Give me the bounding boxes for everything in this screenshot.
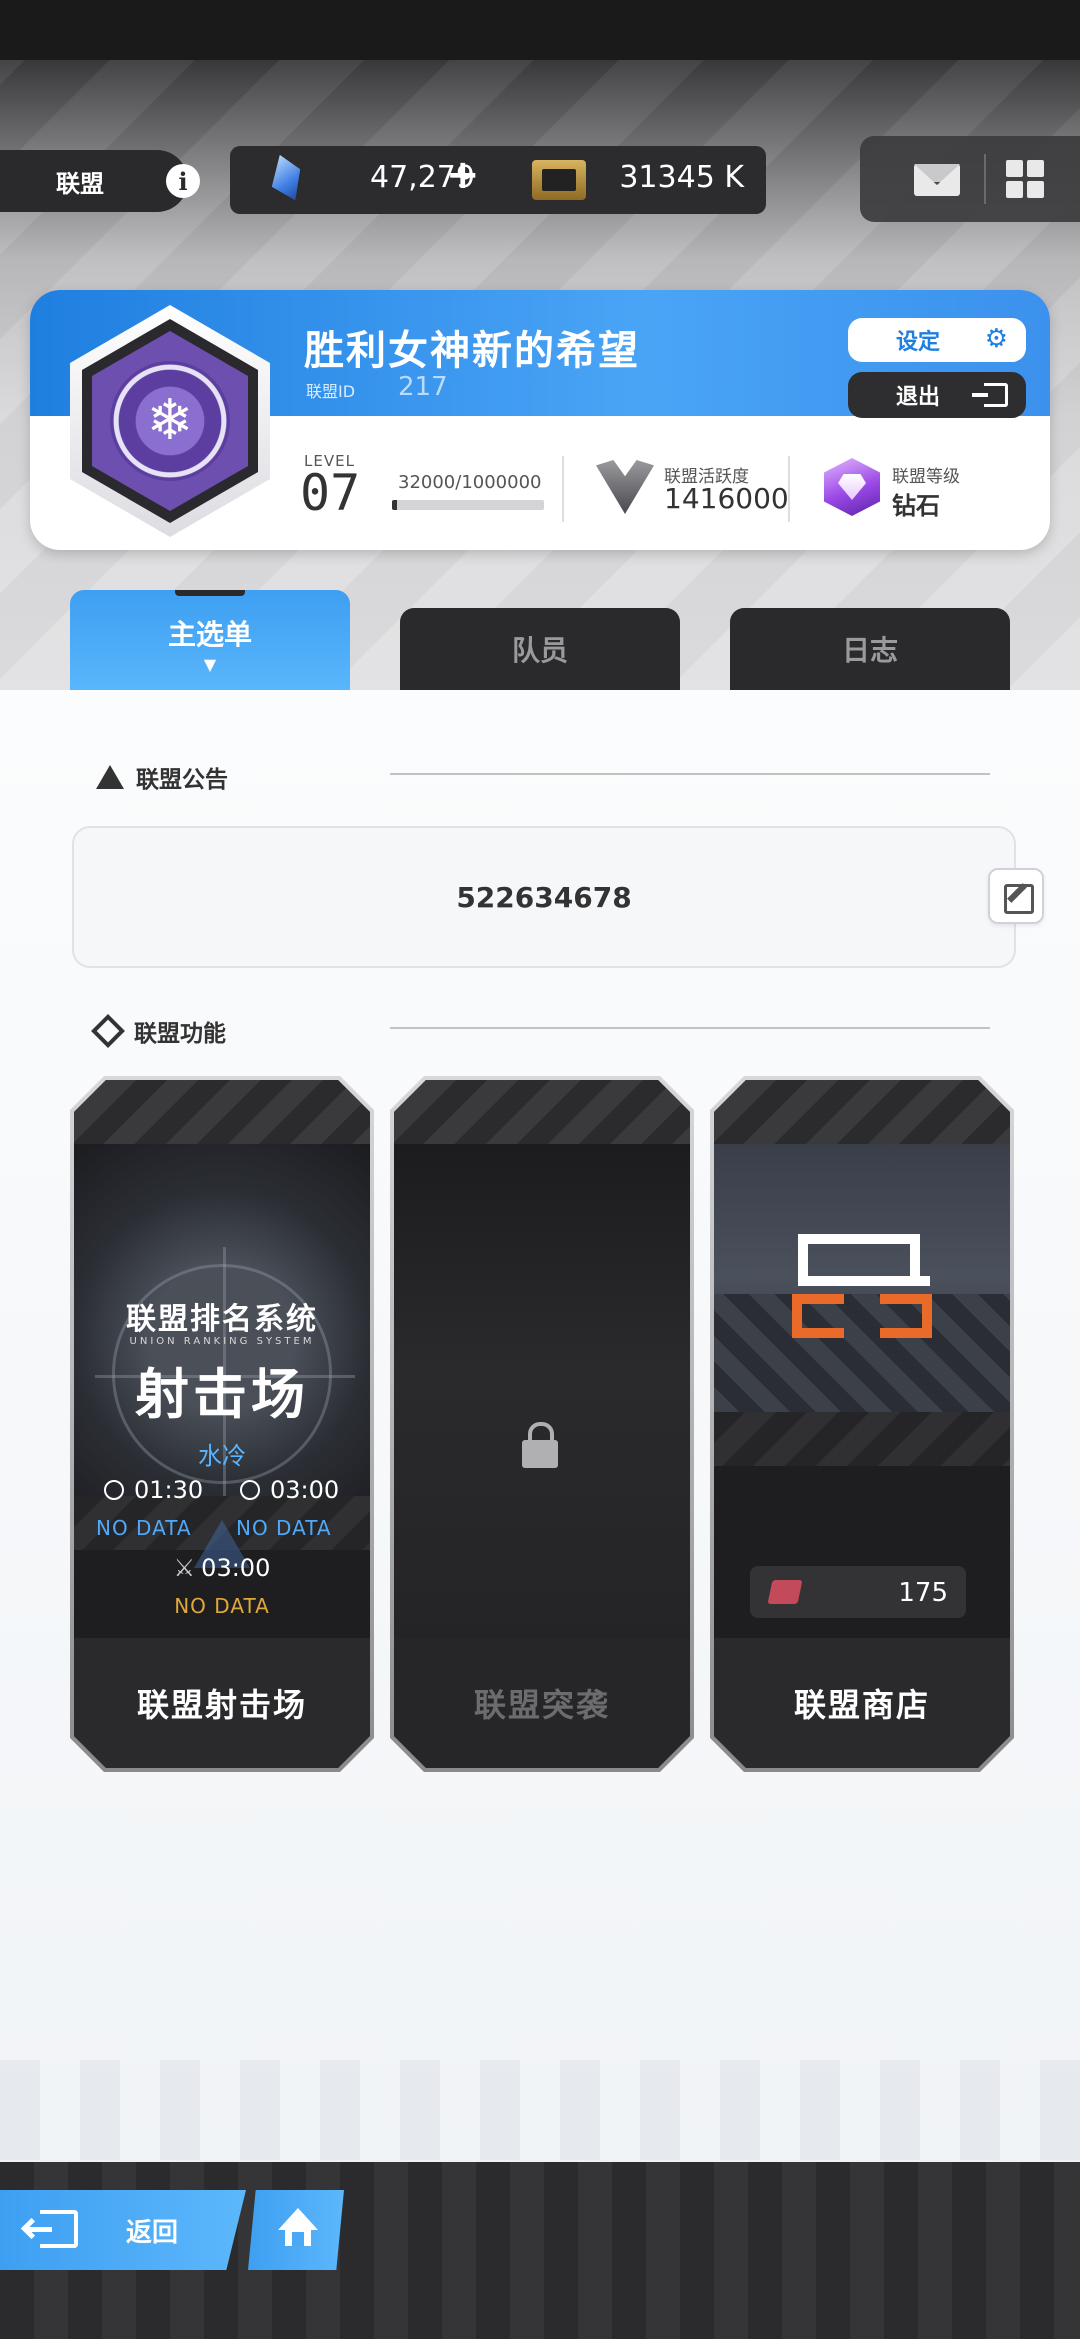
- features-section-title: 联盟功能: [134, 1021, 226, 1047]
- stat-divider: [562, 456, 564, 522]
- home-icon-door: [292, 2232, 304, 2246]
- shop-logo: [792, 1230, 932, 1340]
- tab-log-label: 日志: [841, 634, 898, 667]
- section-divider: [390, 1027, 990, 1029]
- art-title-line2: 射击场: [135, 1363, 309, 1426]
- boss-status: NO DATA: [174, 1594, 270, 1618]
- card-label: 联盟射击场: [74, 1638, 370, 1768]
- exp-progress-fill: [392, 500, 397, 510]
- alliance-name: 胜利女神新的希望: [304, 328, 640, 374]
- back-icon: [26, 2210, 78, 2248]
- back-button-label: 返回: [126, 2217, 179, 2248]
- exit-alliance-button[interactable]: 退出: [848, 372, 1026, 418]
- gear-icon: ⚙: [984, 324, 1008, 354]
- time-slot-1: 01:30: [104, 1476, 203, 1504]
- notice-section-title: 联盟公告: [136, 767, 228, 793]
- alarm-clock-icon: [104, 1480, 124, 1500]
- alarm-clock-icon: [240, 1480, 260, 1500]
- info-icon[interactable]: i: [166, 164, 200, 198]
- gem-icon: [264, 151, 307, 206]
- time-slot-2: 03:00: [240, 1476, 339, 1504]
- notice-section-header: 联盟公告: [96, 760, 228, 794]
- union-shop-card[interactable]: 175 联盟商店: [714, 1080, 1010, 1768]
- boss-time: ⚔ 03:00: [173, 1554, 271, 1582]
- divider: [984, 154, 986, 204]
- alliance-emblem: ❄: [42, 305, 298, 537]
- ticket-count: 31345 K: [619, 160, 744, 195]
- level-value: 07: [300, 464, 361, 522]
- art-title-en: UNION RANKING SYSTEM: [129, 1336, 315, 1347]
- mail-icon[interactable]: [914, 164, 960, 196]
- edit-notice-button[interactable]: [988, 868, 1044, 924]
- tab-main-menu-label: 主选单: [167, 617, 252, 651]
- shop-currency: 175: [750, 1566, 966, 1618]
- features-section-header: 联盟功能: [91, 1014, 226, 1048]
- alliance-header-label: 联盟: [0, 150, 188, 212]
- card-label: 联盟突袭: [394, 1638, 690, 1768]
- union-shooting-range-card[interactable]: 联盟排名系统 UNION RANKING SYSTEM 射击场 水冷 01:30…: [74, 1080, 370, 1768]
- triangle-down-icon: ▼: [203, 654, 217, 674]
- top-right-buttons: [860, 136, 1080, 222]
- lock-icon: [522, 1440, 558, 1468]
- rank-value: 钻石: [892, 492, 940, 520]
- tab-log[interactable]: 日志: [730, 608, 1010, 690]
- exit-icon: [972, 383, 1008, 407]
- bottom-pattern: [0, 2060, 1080, 2160]
- time-slot-1-status: NO DATA: [96, 1516, 192, 1540]
- alliance-header-text: 联盟: [56, 169, 104, 198]
- warning-icon: [96, 765, 124, 789]
- notice-text: 522634678: [456, 880, 632, 914]
- tab-members-label: 队员: [511, 634, 568, 667]
- activity-value: 1416000: [664, 482, 789, 515]
- alliance-id-label: 联盟ID: [306, 382, 356, 401]
- add-gems-button[interactable]: +: [446, 152, 480, 198]
- settings-button-label: 设定: [896, 330, 941, 355]
- tab-members[interactable]: 队员: [400, 608, 680, 690]
- rank-label: 联盟等级: [892, 467, 960, 487]
- snowflake-icon: ❄: [146, 388, 194, 453]
- union-coin-icon: [767, 1580, 802, 1604]
- notice-box: 522634678: [72, 826, 1016, 968]
- alliance-id-value: 217: [398, 372, 448, 402]
- section-divider: [390, 773, 990, 775]
- art-title-line1: 联盟排名系统: [126, 1302, 318, 1337]
- union-raid-card[interactable]: 联盟突袭: [394, 1080, 690, 1768]
- stat-divider: [788, 456, 790, 522]
- union-coin-count: 175: [898, 1578, 948, 1608]
- tab-main-menu[interactable]: 主选单 ▼: [70, 590, 350, 690]
- exit-button-label: 退出: [896, 385, 941, 410]
- card-label: 联盟商店: [714, 1638, 1010, 1768]
- resource-bar: 47,279 + 31345 K: [230, 146, 766, 214]
- diamond-icon: [91, 1014, 125, 1048]
- raid-art: [394, 1144, 690, 1704]
- exp-progress-bar: [392, 500, 544, 510]
- element-label: 水冷: [198, 1442, 246, 1470]
- settings-button[interactable]: 设定 ⚙: [848, 318, 1026, 362]
- time-slot-2-status: NO DATA: [236, 1516, 332, 1540]
- status-bar: [0, 0, 1080, 60]
- exp-text: 32000/1000000: [398, 472, 542, 493]
- ticket-icon: [532, 160, 586, 200]
- grid-icon[interactable]: [1006, 160, 1044, 198]
- crossed-swords-icon: ⚔: [173, 1554, 196, 1582]
